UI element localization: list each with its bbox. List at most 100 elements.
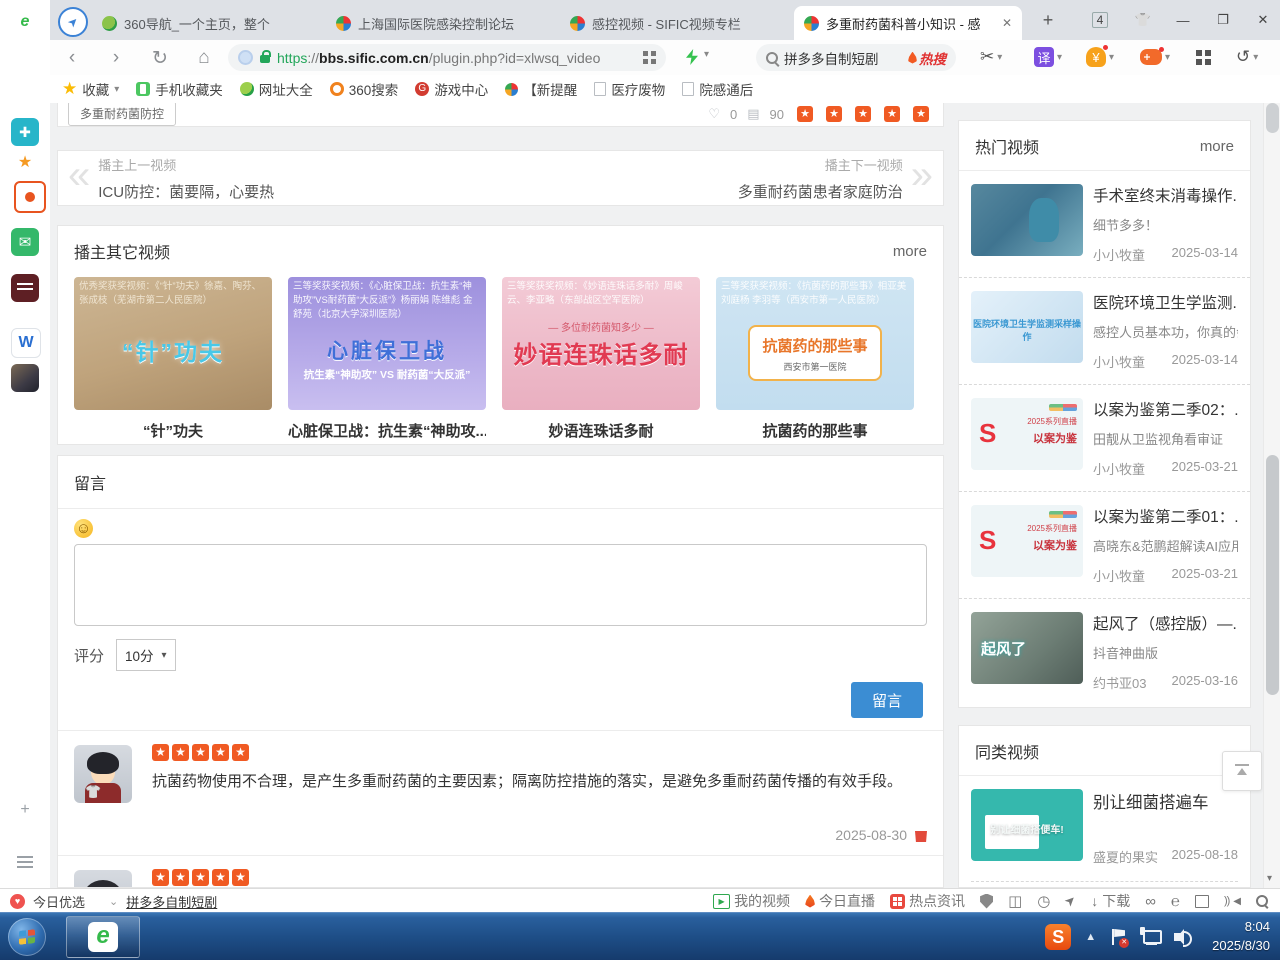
- start-button[interactable]: [8, 918, 46, 956]
- video-thumbnail[interactable]: 别让细菌搭便车!: [971, 789, 1083, 861]
- bookmark-sific-remind[interactable]: 【新提醒: [505, 79, 577, 99]
- video-title[interactable]: 抗菌药的那些事: [716, 420, 914, 441]
- live-link[interactable]: 今日直播: [805, 891, 875, 911]
- video-title[interactable]: 别让细菌搭遍车: [1093, 789, 1238, 813]
- close-window-button[interactable]: [1248, 8, 1278, 32]
- volume-icon[interactable]: [1174, 929, 1192, 945]
- video-author[interactable]: 小小牧童: [1093, 352, 1145, 371]
- network-icon[interactable]: [1140, 929, 1160, 945]
- video-author[interactable]: 小小牧童: [1093, 459, 1145, 478]
- recently-closed-button[interactable]: [1236, 46, 1258, 68]
- scrollbar-thumb[interactable]: [1266, 455, 1279, 695]
- rating-select[interactable]: 10分: [116, 639, 176, 671]
- hot-search-badge[interactable]: 热搜: [908, 48, 946, 68]
- tab-sific-forum[interactable]: 上海国际医院感染控制论坛: [326, 6, 554, 40]
- panel-list-icon[interactable]: [11, 848, 39, 876]
- taskbar-clock[interactable]: 8:04 2025/8/30: [1206, 918, 1270, 956]
- search-box[interactable]: 拼多多自制短剧 热搜: [756, 44, 956, 71]
- plugin-panel-icon[interactable]: [11, 118, 39, 146]
- video-author[interactable]: 约书亚03: [1093, 673, 1146, 692]
- mute-speaker-icon[interactable]: )): [1224, 895, 1241, 907]
- list-item[interactable]: 手术室终末消毒操作... 细节多多！ 小小牧童2025-03-14: [959, 171, 1250, 277]
- screenshot-scissors-button[interactable]: [980, 46, 1002, 68]
- bookmark-infection-notice[interactable]: 院感通后: [682, 79, 753, 99]
- star-icon[interactable]: [855, 106, 871, 122]
- comment-input[interactable]: [74, 544, 927, 626]
- tab-current-video[interactable]: 多重耐药菌科普小知识 - 感: [794, 6, 1022, 40]
- bookmark-favorites[interactable]: 收藏: [62, 79, 119, 99]
- history-clock-icon[interactable]: [1037, 892, 1050, 910]
- submit-comment-button[interactable]: 留言: [851, 682, 923, 718]
- video-title[interactable]: 心脏保卫战：抗生素“神助攻...: [288, 420, 486, 441]
- word-app-icon[interactable]: [11, 328, 41, 358]
- speed-mode-icon[interactable]: [686, 49, 698, 65]
- game-center-button[interactable]: [1140, 46, 1170, 68]
- video-author[interactable]: 盛夏的果实: [1093, 847, 1158, 866]
- video-title[interactable]: 妙语连珠话多耐: [502, 420, 700, 441]
- list-item[interactable]: 别让细菌搭便车! 别让细菌搭遍车 盛夏的果实2025-08-18: [959, 776, 1250, 879]
- restore-button[interactable]: [1208, 8, 1238, 32]
- back-icon[interactable]: ‹: [58, 44, 86, 72]
- next-video-link[interactable]: 播主下一视频 多重耐药菌患者家庭防治: [738, 155, 933, 202]
- video-title[interactable]: “针”功夫: [74, 420, 272, 441]
- video-title[interactable]: 手术室终末消毒操作...: [1093, 184, 1238, 206]
- video-author[interactable]: 小小牧童: [1093, 245, 1145, 264]
- bookmark-360-search[interactable]: 360搜索: [330, 79, 399, 99]
- mail-panel-icon[interactable]: [11, 228, 39, 256]
- home-icon[interactable]: ⌂: [190, 44, 218, 72]
- video-title[interactable]: 以案为鉴第二季02：...: [1093, 398, 1238, 420]
- nav-compass-icon[interactable]: [58, 7, 88, 37]
- star-icon[interactable]: [797, 106, 813, 122]
- video-title[interactable]: 起风了（感控版）—...: [1093, 612, 1238, 634]
- star-icon[interactable]: [913, 106, 929, 122]
- my-videos-link[interactable]: 我的视频: [713, 891, 790, 911]
- delete-comment-icon[interactable]: [915, 828, 927, 842]
- favorites-panel-icon[interactable]: [11, 148, 39, 176]
- add-panel-icon[interactable]: [11, 796, 39, 824]
- theme-skin-button[interactable]: [1128, 8, 1158, 32]
- translate-button[interactable]: 译: [1034, 46, 1062, 68]
- video-thumbnail[interactable]: S2025系列直播以案为鉴: [971, 505, 1083, 577]
- list-item[interactable]: 医院环境卫生学监测采样操作 医院环境卫生学监测... 感控人员基本功，你真的会采…: [959, 277, 1250, 384]
- taskbar-browser-button[interactable]: e: [66, 916, 140, 958]
- tab-360-nav[interactable]: 360导航_一个主页，整个: [92, 6, 320, 40]
- bookmark-site-directory[interactable]: 网址大全: [240, 79, 313, 99]
- daily-picks-link[interactable]: 今日优选: [33, 892, 85, 911]
- proxy-link-icon[interactable]: [1145, 893, 1156, 910]
- qr-code-icon[interactable]: [643, 51, 656, 64]
- forward-icon[interactable]: ›: [102, 44, 130, 72]
- download-link[interactable]: 下载: [1091, 891, 1130, 911]
- security-shield-icon[interactable]: [980, 894, 993, 909]
- bookmark-medical-waste[interactable]: 医疗废物: [594, 79, 665, 99]
- list-item[interactable]: S2025系列直播以案为鉴 以案为鉴第二季01：... 高晓东&范鹏超解读AI应…: [959, 491, 1250, 598]
- photo-thumbnail-icon[interactable]: [11, 364, 39, 392]
- video-title[interactable]: 以案为鉴第二季01：...: [1093, 505, 1238, 527]
- video-title[interactable]: 医院环境卫生学监测...: [1093, 291, 1238, 313]
- video-thumbnail[interactable]: 三等奖获奖视频：《心脏保卫战：抗生素“神助攻”VS耐药菌“大反派”》杨丽娟 陈维…: [288, 277, 486, 410]
- other-videos-more-link[interactable]: more: [893, 243, 927, 260]
- list-item[interactable]: S2025系列直播以案为鉴 以案为鉴第二季02：... 田靓从卫监视角看审证 小…: [959, 384, 1250, 491]
- star-icon[interactable]: [884, 106, 900, 122]
- speed-mode-chevron-icon[interactable]: [704, 49, 709, 60]
- emoji-picker-icon[interactable]: [74, 519, 93, 538]
- site-info-icon[interactable]: [238, 50, 253, 65]
- video-author[interactable]: 小小牧童: [1093, 566, 1145, 585]
- scrollbar-down-icon[interactable]: [1267, 873, 1272, 884]
- tab-close-icon[interactable]: [1002, 16, 1012, 30]
- video-thumbnail[interactable]: 医院环境卫生学监测采样操作: [971, 291, 1083, 363]
- minimize-button[interactable]: [1168, 8, 1198, 32]
- video-thumbnail[interactable]: 三等奖获奖视频：《妙语连珠话多耐》周峻云、李亚略（东部战区空军医院） — 多位耐…: [502, 277, 700, 410]
- video-thumbnail[interactable]: 优秀奖获奖视频：《“针”功夫》徐嘉、陶芬、张成枝（芜湖市第二人民医院） “针”功…: [74, 277, 272, 410]
- video-card[interactable]: 三等奖获奖视频：《妙语连珠话多耐》周峻云、李亚略（东部战区空军医院） — 多位耐…: [502, 277, 700, 441]
- bookmark-mobile-favorites[interactable]: 手机收藏夹: [136, 79, 223, 99]
- address-bar[interactable]: https://bbs.sific.com.cn/plugin.php?id=x…: [228, 44, 666, 71]
- apps-grid-button[interactable]: [1196, 46, 1211, 68]
- sogou-input-icon[interactable]: S: [1045, 924, 1071, 950]
- qa-app-icon[interactable]: [11, 274, 39, 302]
- prev-video-link[interactable]: 播主上一视频 ICU防控：菌要隔，心要热: [68, 155, 274, 202]
- tab-sific-video[interactable]: 感控视频 - SIFIC视频专栏: [560, 6, 788, 40]
- booster-rocket-icon[interactable]: [1061, 891, 1080, 910]
- action-center-flag-icon[interactable]: [1110, 928, 1126, 946]
- video-thumbnail[interactable]: S2025系列直播以案为鉴: [971, 398, 1083, 470]
- refresh-icon[interactable]: ↻: [146, 44, 174, 72]
